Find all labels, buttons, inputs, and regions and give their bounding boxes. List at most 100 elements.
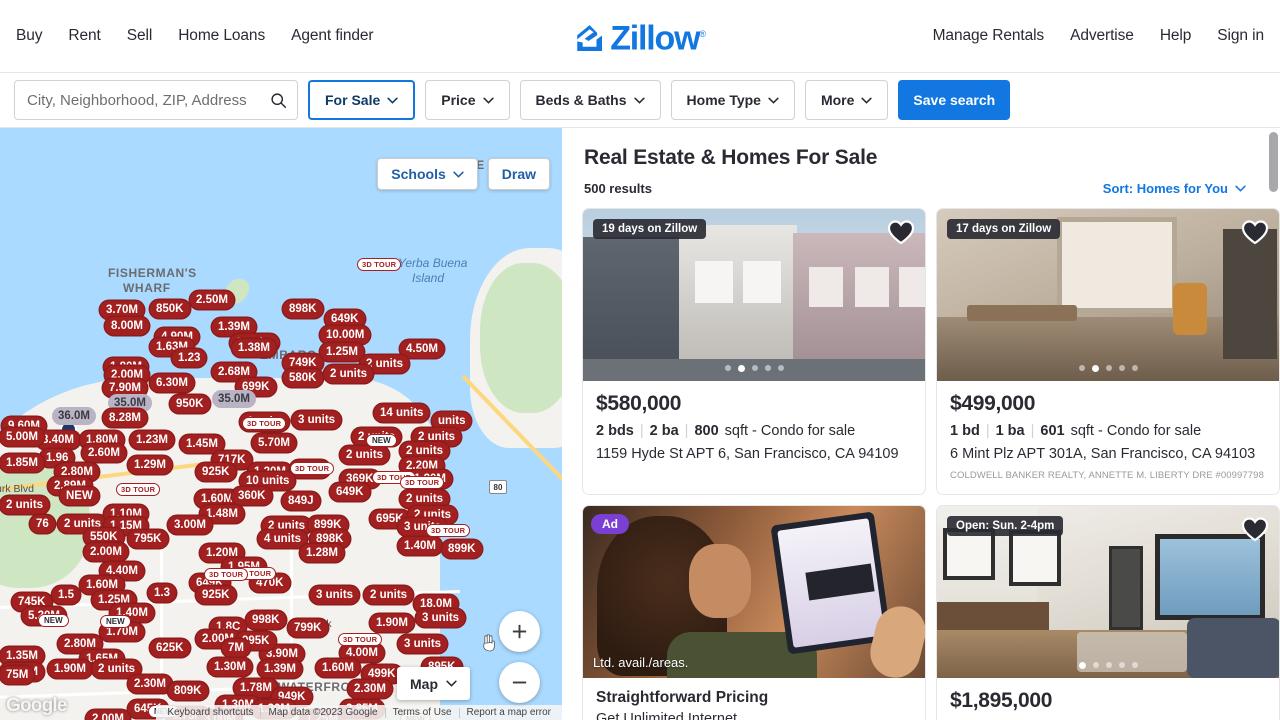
map-price-marker[interactable]: 36.0M [52, 407, 96, 425]
zoom-out-button[interactable] [499, 662, 540, 703]
filter-home-type[interactable]: Home Type [670, 80, 795, 120]
nav-link-rent[interactable]: Rent [68, 27, 100, 45]
map-price-marker[interactable]: 1.60M [316, 659, 360, 677]
listing-card[interactable]: Open: Sun. 2-4pm $1,895,000 [936, 505, 1280, 720]
nav-link-manage-rentals[interactable]: Manage Rentals [933, 27, 1045, 45]
carousel-dot[interactable] [1118, 662, 1125, 668]
carousel-dot[interactable] [764, 365, 771, 371]
ad-card[interactable]: Ad Ltd. avail./areas. Straightforward Pr… [582, 505, 926, 720]
carousel-dot[interactable] [1131, 365, 1138, 371]
photo-carousel-dots[interactable] [937, 662, 1279, 669]
map-price-marker[interactable]: 3 units [292, 411, 342, 429]
map-price-marker[interactable]: 14 units [374, 404, 430, 422]
map-price-marker[interactable]: 4.50M [400, 340, 444, 358]
map-price-marker[interactable]: 1.25M [320, 343, 364, 361]
carousel-dot-active[interactable] [1091, 365, 1099, 372]
map-price-marker[interactable]: 849J [282, 492, 320, 510]
map-price-marker[interactable]: 925K [196, 586, 236, 604]
map-price-marker[interactable]: 898K [283, 300, 323, 318]
map-price-marker[interactable]: 2.00M [84, 543, 128, 561]
map-price-marker[interactable]: 1.40M [398, 537, 442, 555]
map-price-marker[interactable]: 850K [150, 300, 190, 318]
carousel-dot-active[interactable] [1078, 662, 1086, 669]
favorite-button[interactable] [1241, 219, 1269, 250]
map-price-marker[interactable]: 4 units [258, 530, 308, 548]
map-price-marker[interactable]: NEW [60, 487, 99, 505]
map-price-marker[interactable]: 1.90M [370, 614, 414, 632]
carousel-dot[interactable] [1105, 662, 1112, 668]
carousel-dot[interactable] [777, 365, 784, 371]
carousel-dot-active[interactable] [737, 365, 745, 372]
carousel-dot[interactable] [1118, 365, 1125, 371]
nav-link-sign-in[interactable]: Sign in [1217, 27, 1264, 45]
nav-link-sell[interactable]: Sell [127, 27, 153, 45]
draw-button[interactable]: Draw [487, 158, 550, 190]
save-search-button[interactable]: Save search [898, 80, 1011, 120]
map-price-marker[interactable]: 2 units [364, 586, 414, 604]
map-price-marker[interactable]: 35.0M [212, 390, 256, 408]
map-price-marker[interactable]: 795K [128, 530, 168, 548]
map-price-marker[interactable]: 1.5 [52, 586, 80, 604]
nav-link-buy[interactable]: Buy [16, 27, 43, 45]
listing-card[interactable]: 19 days on Zillow $580,000 2 bds | 2 ba … [582, 208, 926, 495]
carousel-dot[interactable] [1131, 662, 1138, 668]
photo-carousel-dots[interactable] [937, 365, 1279, 372]
map-price-marker[interactable]: 10.00M [320, 326, 371, 344]
map-price-marker[interactable]: 1.38M [232, 339, 276, 357]
map-price-marker[interactable]: 625K [150, 639, 190, 657]
favorite-button[interactable] [1241, 516, 1269, 547]
map-price-marker[interactable]: 2.00M [86, 710, 130, 720]
map-type-dropdown[interactable]: Map [397, 667, 470, 700]
map-price-marker[interactable]: 2.30M [348, 680, 392, 698]
sort-dropdown[interactable]: Sort: Homes for You [1103, 181, 1246, 196]
listing-photo[interactable]: 17 days on Zillow [937, 209, 1279, 381]
map-price-marker[interactable]: 3.00M [168, 516, 212, 534]
carousel-dot[interactable] [1092, 662, 1099, 668]
carousel-dot[interactable] [751, 365, 758, 371]
map-price-marker[interactable]: 1.30M [208, 658, 252, 676]
map-price-marker[interactable]: 1.85M [0, 454, 44, 472]
map-price-marker[interactable]: 950K [170, 395, 210, 413]
map-price-marker[interactable]: 75M [0, 666, 35, 684]
search-icon[interactable] [270, 92, 287, 109]
map-price-marker[interactable]: 899K [442, 540, 482, 558]
map-price-marker[interactable]: 2 units [340, 446, 390, 464]
map-price-marker[interactable]: 5.00M [0, 428, 44, 446]
nav-link-help[interactable]: Help [1160, 27, 1192, 45]
nav-link-home-loans[interactable]: Home Loans [178, 27, 265, 45]
listing-card[interactable]: 17 days on Zillow $499,000 1 bd | 1 ba |… [936, 208, 1280, 495]
map-price-marker[interactable]: 6.30M [150, 374, 194, 392]
scrollbar-thumb[interactable] [1269, 132, 1278, 192]
map-price-marker[interactable]: 2.50M [190, 291, 234, 309]
map-price-marker[interactable]: 1.29M [128, 456, 172, 474]
search-box[interactable] [14, 80, 298, 120]
favorite-button[interactable] [887, 219, 915, 250]
nav-link-advertise[interactable]: Advertise [1070, 27, 1134, 45]
map-price-marker[interactable]: 2 units [324, 365, 374, 383]
filter-more[interactable]: More [804, 80, 889, 120]
map-price-marker[interactable]: 925K [196, 463, 236, 481]
map-price-marker[interactable]: 1.90M [48, 660, 92, 678]
carousel-dot[interactable] [1078, 365, 1085, 371]
map-price-marker[interactable]: 1.45M [180, 435, 224, 453]
carousel-dot[interactable] [724, 365, 731, 371]
map-price-marker[interactable]: 580K [283, 369, 323, 387]
map-price-marker[interactable]: 649K [330, 483, 370, 501]
map-price-marker[interactable]: 2 units [0, 496, 50, 514]
map-price-marker[interactable]: 3 units [416, 609, 466, 627]
report-map-error-link[interactable]: Report a map error [460, 707, 558, 718]
map-price-marker[interactable]: 2.30M [128, 675, 172, 693]
filter-price[interactable]: Price [425, 80, 510, 120]
filter-beds-baths[interactable]: Beds & Baths [519, 80, 661, 120]
map-price-marker[interactable]: 2.60M [82, 444, 126, 462]
schools-dropdown[interactable]: Schools [377, 158, 478, 190]
listing-photo[interactable]: 19 days on Zillow [583, 209, 925, 381]
carousel-dot[interactable] [1105, 365, 1112, 371]
map-price-marker[interactable]: 8.00M [105, 317, 149, 335]
listing-photo[interactable]: Open: Sun. 2-4pm [937, 506, 1279, 678]
photo-carousel-dots[interactable] [583, 365, 925, 372]
terms-of-use-link[interactable]: Terms of Use [386, 707, 459, 718]
results-scrollbar[interactable] [1269, 132, 1278, 716]
map-price-marker[interactable]: 1.3 [148, 584, 176, 602]
ad-photo[interactable]: Ad Ltd. avail./areas. [583, 506, 925, 678]
